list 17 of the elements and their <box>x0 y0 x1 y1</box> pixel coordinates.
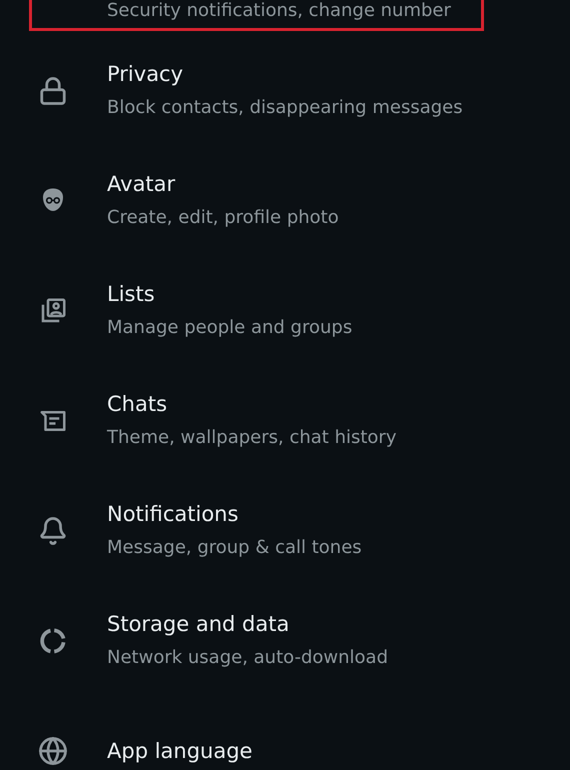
bell-icon <box>38 516 68 546</box>
item-title: Chats <box>107 391 168 418</box>
item-title: Privacy <box>107 61 184 88</box>
item-subtitle: Theme, wallpapers, chat history <box>107 426 396 450</box>
item-subtitle: Security notifications, change number <box>107 0 451 22</box>
item-title: App language <box>107 738 252 765</box>
item-title: Avatar <box>107 171 176 198</box>
globe-icon <box>38 735 68 767</box>
item-subtitle: Message, group & call tones <box>107 536 362 560</box>
item-title: Storage and data <box>107 611 290 638</box>
item-title: Notifications <box>107 501 240 528</box>
item-subtitle: Manage people and groups <box>107 316 352 340</box>
lock-icon <box>38 76 68 106</box>
item-title: Lists <box>107 281 156 308</box>
item-subtitle: Network usage, auto-download <box>107 646 388 670</box>
item-subtitle: Block contacts, disappearing messages <box>107 96 463 120</box>
item-subtitle: Create, edit, profile photo <box>107 206 339 230</box>
